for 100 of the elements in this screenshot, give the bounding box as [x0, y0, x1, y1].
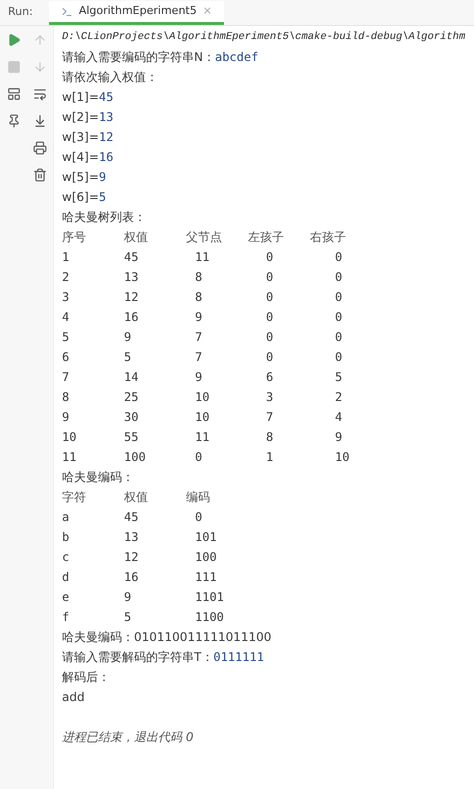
table-cell: 7 [195, 350, 202, 364]
table-cell: 1 [266, 450, 274, 464]
column-header: 权值 [124, 490, 148, 504]
table-cell: 11 [195, 430, 210, 444]
table-cell: 5 [124, 610, 132, 624]
table-cell: 0 [335, 250, 342, 264]
table-cell: 1 [62, 250, 70, 264]
console-line: add [62, 689, 85, 706]
table-cell: 2 [62, 270, 70, 284]
table-cell: 0 [266, 310, 274, 324]
trash-icon[interactable] [32, 167, 48, 183]
typed-text: 16 [98, 149, 114, 166]
table-cell: 25 [124, 390, 138, 404]
table-cell: 45 [124, 510, 138, 524]
table-cell: 111 [195, 570, 217, 584]
table-cell: 0 [266, 350, 274, 364]
table-cell: d [62, 570, 70, 584]
console-line: w[5]= [62, 169, 99, 186]
table-cell: 100 [195, 550, 217, 564]
table-cell: e [62, 590, 70, 604]
table-cell: 5 [335, 370, 342, 384]
table-cell: 10 [335, 450, 350, 464]
table-cell: 0 [335, 350, 342, 364]
column-header: 权值 [124, 230, 148, 244]
table-cell: f [62, 610, 70, 624]
table-cell: 3 [266, 390, 274, 404]
console-line: w[2]= [62, 109, 99, 126]
table-cell: 10 [62, 430, 76, 444]
console-line: D:\CLionProjects\AlgorithmEperiment5\cmake-build-debug\Algorithm [62, 30, 466, 45]
table-cell: 16 [124, 570, 138, 584]
typed-text: 5 [98, 189, 106, 206]
console-line: w[4]= [62, 149, 99, 166]
console-line: 请输入需要编码的字符串N： [62, 49, 215, 66]
table-cell: 2 [335, 390, 342, 404]
console-line: 哈夫曼树列表： [62, 209, 146, 226]
table-cell: 10 [195, 390, 210, 404]
table-cell: 4 [62, 310, 70, 324]
table-cell: 16 [124, 310, 138, 324]
console-line: 请依次输入权值： [62, 69, 158, 86]
column-header: 左孩子 [248, 230, 284, 244]
console-line: w[1]= [62, 89, 99, 106]
table-cell: 0 [266, 290, 274, 304]
table-cell: 7 [266, 410, 274, 424]
table-cell: 6 [266, 370, 274, 384]
table-cell: 14 [124, 370, 138, 384]
column-header: 父节点 [186, 230, 222, 244]
table-cell: 9 [195, 310, 202, 324]
table-cell: 9 [335, 430, 342, 444]
table-cell: 0 [335, 290, 342, 304]
table-cell: 8 [195, 290, 202, 304]
table-cell: 11 [62, 450, 76, 464]
table-cell: 1100 [195, 610, 224, 624]
table-cell: 9 [124, 330, 132, 344]
typed-text: 45 [98, 89, 114, 106]
printer-icon[interactable] [32, 140, 48, 156]
console-line: 哈夫曼编码： [62, 469, 134, 486]
typed-text: 0111111 [213, 649, 264, 666]
typed-text: abcdef [214, 49, 258, 66]
table-cell: 11 [195, 250, 210, 264]
table-cell: 8 [266, 430, 274, 444]
table-cell: 0 [335, 330, 342, 344]
typed-text: 12 [98, 129, 114, 146]
table-cell: 13 [124, 530, 138, 544]
table-cell: 0 [266, 250, 274, 264]
table-cell: 100 [124, 450, 146, 464]
layout-icon[interactable] [6, 86, 22, 102]
typed-text: 13 [98, 109, 114, 126]
table-cell: 0 [335, 270, 342, 284]
table-cell: 3 [62, 290, 70, 304]
run-tab[interactable]: AlgorithmEperiment5 × [48, 1, 224, 25]
console-line: w[3]= [62, 129, 99, 146]
table-cell: 9 [62, 410, 70, 424]
tab-label: AlgorithmEperiment5 [78, 3, 197, 20]
table-cell: 55 [124, 430, 138, 444]
table-cell: 45 [124, 250, 138, 264]
typed-text: 9 [98, 169, 106, 186]
table-cell: 7 [195, 330, 202, 344]
table-cell: 5 [62, 330, 70, 344]
table-cell: b [62, 530, 70, 544]
table-cell: c [62, 550, 70, 564]
table-cell: 30 [124, 410, 138, 424]
table-cell: 1101 [195, 590, 224, 604]
table-cell: 9 [124, 590, 132, 604]
console-line: 哈夫曼编码：010110011111011100 [62, 629, 272, 646]
table-cell: 8 [62, 390, 70, 404]
exit-message: 进程已结束，退出代码 0 [62, 729, 194, 746]
table-cell: a [62, 510, 70, 524]
column-header: 右孩子 [310, 230, 346, 244]
table-cell: 7 [62, 370, 70, 384]
table-cell: 0 [195, 450, 202, 464]
console-line: 请输入需要解码的字符串T： [62, 649, 214, 666]
table-cell: 0 [335, 310, 342, 324]
table-cell: 13 [124, 270, 138, 284]
console-line: w[6]= [62, 189, 99, 206]
column-header: 字符 [62, 490, 86, 504]
table-cell: 12 [124, 550, 138, 564]
console-line: 解码后： [62, 669, 110, 686]
column-header: 编码 [186, 490, 210, 504]
table-cell: 5 [124, 350, 132, 364]
table-cell: 0 [195, 510, 202, 524]
